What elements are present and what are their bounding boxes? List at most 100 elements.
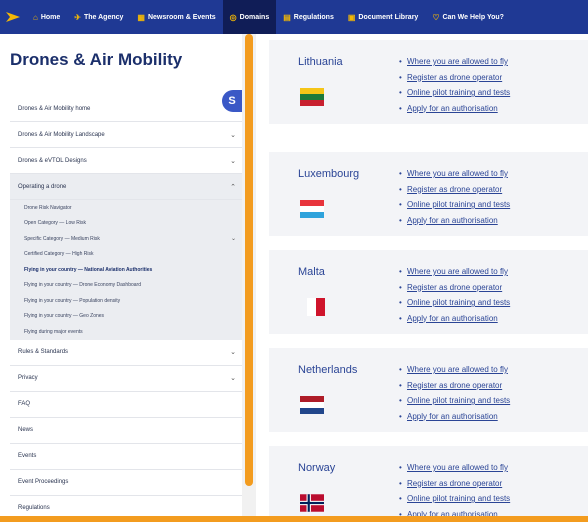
sidebar-title: Drones & Air Mobility	[10, 50, 183, 69]
help-icon: ♡	[432, 12, 440, 22]
flag-netherlands-icon	[300, 396, 324, 414]
chevron-down-icon[interactable]: ⌄	[230, 157, 236, 165]
sidebar-item-label: Regulations	[18, 505, 50, 511]
nav-item-label: Document Library	[358, 13, 419, 21]
authority-link[interactable]: Register as drone operator	[399, 378, 510, 394]
nav-item-home[interactable]: ⌂ Home	[26, 0, 67, 34]
sidebar-item[interactable]: News	[10, 418, 242, 444]
nav-item-label: Can We Help You?	[442, 13, 504, 21]
sidebar-item[interactable]: Events	[10, 444, 242, 470]
chevron-up-icon[interactable]: ⌃	[230, 183, 236, 191]
sidebar-subitem[interactable]: Flying in your country — National Aviati…	[10, 262, 242, 278]
authority-link[interactable]: Apply for an authorisation	[399, 213, 510, 229]
sidebar-item[interactable]: Event Proceedings	[10, 470, 242, 496]
authority-link[interactable]: Where you are allowed to fly	[399, 264, 510, 280]
sidebar-item[interactable]: Privacy ⌄	[10, 366, 242, 392]
country-name: Malta	[298, 266, 325, 278]
authority-link[interactable]: Where you are allowed to fly	[399, 54, 510, 70]
authority-link[interactable]: Where you are allowed to fly	[399, 362, 510, 378]
authority-link[interactable]: Register as drone operator	[399, 182, 510, 198]
sidebar-subitem[interactable]: Drone Risk Navigator	[10, 200, 242, 216]
sidebar-item[interactable]: FAQ	[10, 392, 242, 418]
nav-item-label: The Agency	[84, 13, 124, 21]
sidebar-header: Drones & Air Mobility	[10, 50, 236, 84]
authority-link[interactable]: Apply for an authorisation	[399, 101, 510, 117]
sidebar-subitem-label: Flying in your country — Population dens…	[24, 297, 121, 304]
country-name: Netherlands	[298, 364, 358, 376]
sidebar-subitem-label: Specific Category — Medium Risk	[24, 235, 100, 242]
sidebar-subitem-label: Drone Risk Navigator	[24, 204, 72, 211]
authority-link[interactable]: Where you are allowed to fly	[399, 460, 510, 476]
authority-link[interactable]: Register as drone operator	[399, 70, 510, 86]
chevron-down-icon[interactable]: ⌄	[231, 235, 236, 242]
sidebar-item[interactable]: Drones & Air Mobility Landscape ⌄	[10, 122, 242, 148]
authority-link[interactable]: Where you are allowed to fly	[399, 166, 510, 182]
authority-links: Where you are allowed to flyRegister as …	[399, 264, 510, 326]
bottom-accent-bar	[0, 516, 588, 522]
regulations-icon: ▤	[283, 12, 291, 22]
nav-item-domains[interactable]: ◎ Domains	[222, 0, 277, 34]
authority-link[interactable]: Online pilot training and tests	[399, 295, 510, 311]
country-card: Netherlands Where you are allowed to flyR…	[269, 348, 588, 432]
flag-luxembourg-icon	[300, 200, 324, 218]
nav-item-label: Newsroom & Events	[147, 13, 216, 21]
nav-item-document-library[interactable]: ▣ Document Library	[341, 0, 425, 34]
sidebar-item-label: Operating a drone	[18, 183, 67, 190]
sidebar-subitem-label: Certified Category — High Risk	[24, 251, 94, 258]
sidebar-item[interactable]: Drones & eVTOL Designs ⌄	[10, 148, 242, 174]
sidebar-subitem-label: Flying in your country — National Aviati…	[24, 266, 153, 273]
sidebar-subitem[interactable]: Open Category — Low Risk	[10, 215, 242, 231]
nav-item-newsroom-events[interactable]: ▦ Newsroom & Events	[130, 0, 222, 34]
authority-links: Where you are allowed to flyRegister as …	[399, 54, 510, 116]
chevron-down-icon[interactable]: ⌄	[230, 131, 236, 139]
sidebar-subitem[interactable]: Flying in your country — Population dens…	[10, 293, 242, 309]
easa-logo-icon[interactable]	[0, 0, 26, 34]
sidebar-subitem-label: Flying in your country — Drone Economy D…	[24, 282, 141, 289]
authority-link[interactable]: Register as drone operator	[399, 476, 510, 492]
authority-link[interactable]: Online pilot training and tests	[399, 85, 510, 101]
nav-item-regulations[interactable]: ▤ Regulations	[276, 0, 341, 34]
sidebar-item-label: Drones & Air Mobility Landscape	[18, 131, 105, 138]
sidebar-item-label: News	[18, 427, 34, 433]
authority-link[interactable]: Apply for an authorisation	[399, 311, 510, 327]
authority-links: Where you are allowed to flyRegister as …	[399, 460, 510, 522]
chevron-down-icon[interactable]: ⌄	[230, 374, 236, 382]
top-navigation-bar: ⌂ Home ✈ The Agency ▦ Newsroom & Events ◎ Domai…	[0, 0, 588, 34]
sidebar-subitem[interactable]: Flying during major events	[10, 324, 242, 340]
sidebar: Drones & Air Mobility S Drones & Air Mob…	[0, 34, 258, 522]
country-name: Lithuania	[298, 56, 343, 68]
sidebar-scrollbar-thumb[interactable]	[245, 34, 253, 486]
nav-item-the-agency[interactable]: ✈ The Agency	[67, 0, 130, 34]
countries-list: LithuaniaWhere you are allowed to flyReg…	[266, 34, 588, 519]
newsroom-icon: ▦	[137, 12, 145, 22]
authority-link[interactable]: Apply for an authorisation	[399, 409, 510, 425]
sidebar-item[interactable]: Rules & Standards ⌄	[10, 340, 242, 366]
country-card: Malta Where you are allowed to flyRegiste…	[269, 250, 588, 334]
authority-link[interactable]: Online pilot training and tests	[399, 197, 510, 213]
domains-icon: ◎	[229, 12, 237, 22]
sidebar-item-label: Privacy	[18, 375, 38, 381]
country-card: Luxembourg Where you are allowed to flyRe…	[269, 152, 588, 236]
country-name: Luxembourg	[298, 168, 360, 180]
sidebar-item[interactable]: Operating a drone ⌃	[10, 174, 242, 200]
sidebar-subitem[interactable]: Certified Category — High Risk	[10, 246, 242, 262]
authority-link[interactable]: Online pilot training and tests	[399, 491, 510, 507]
sidebar-subitem[interactable]: Specific Category — Medium Risk ⌄	[10, 231, 242, 247]
sidebar-item-label: Events	[18, 453, 37, 459]
nav-item-can-we-help-you[interactable]: ♡ Can We Help You?	[425, 0, 511, 34]
sidebar-subitem-label: Flying in your country — Geo Zones	[24, 313, 105, 320]
chevron-down-icon[interactable]: ⌄	[230, 348, 236, 356]
flag-norway-icon	[300, 494, 324, 512]
sidebar-subitem[interactable]: Flying in your country — Geo Zones	[10, 308, 242, 324]
sidebar-subitem-label: Flying during major events	[24, 328, 83, 335]
country-card: Norway Where you are allowed to flyRegist…	[269, 446, 588, 519]
country-name: Norway	[298, 462, 336, 474]
sidebar-subitem[interactable]: Flying in your country — Drone Economy D…	[10, 277, 242, 293]
authority-link[interactable]: Register as drone operator	[399, 280, 510, 296]
sidebar-item[interactable]: Drones & Air Mobility home	[10, 96, 242, 122]
country-card: Lithuania Where you are allowed to flyReg…	[269, 40, 588, 124]
authority-links: Where you are allowed to flyRegister as …	[399, 166, 510, 228]
sidebar-menu: Drones & Air Mobility home Drones & Air M…	[10, 96, 242, 522]
authority-link[interactable]: Online pilot training and tests	[399, 393, 510, 409]
document-library-icon: ▣	[347, 12, 356, 22]
